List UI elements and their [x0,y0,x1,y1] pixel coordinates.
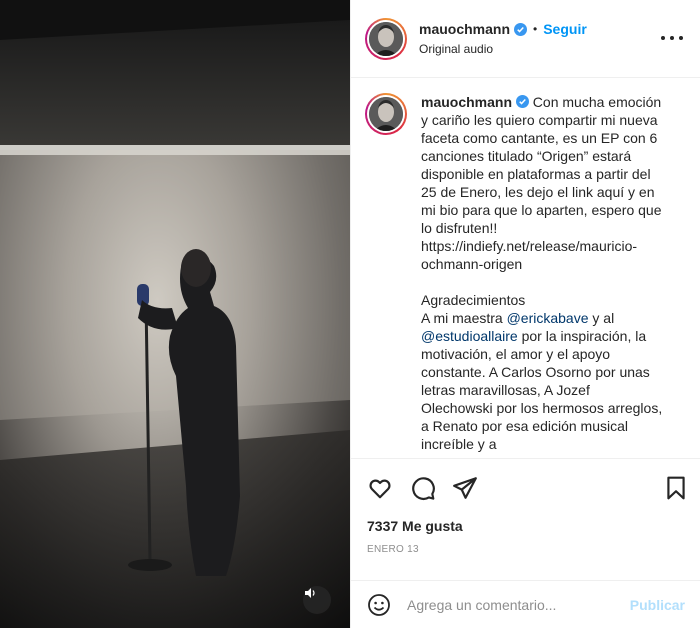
comment-input[interactable] [407,596,617,613]
action-bar [351,458,700,518]
smiley-icon[interactable] [367,593,391,617]
post-video[interactable] [0,0,350,628]
audio-label[interactable]: Original audio [419,42,587,56]
paper-plane-icon[interactable] [452,475,478,501]
separator-dot: • [533,22,538,37]
avatar-photo [369,21,403,56]
comment-bar: Publicar [351,580,700,628]
post-header: mauochmann • Seguir Original audio [351,0,700,78]
publish-button[interactable]: Publicar [630,597,685,613]
verified-badge-icon [514,22,528,36]
caption-body: por la inspiración, la motivación, el am… [421,328,667,452]
more-dots-icon [661,36,665,40]
speaker-icon [305,588,315,598]
caption-body: Con mucha emoción y cariño les quiero co… [421,94,662,326]
mention-link-erickabave[interactable]: @erickabave [507,310,589,326]
avatar[interactable] [365,17,407,60]
caption-username-link[interactable]: mauochmann [421,94,512,110]
post-date[interactable]: ENERO 13 [367,544,419,555]
caption-body: y al [588,310,619,326]
more-options-button[interactable] [661,28,683,48]
caption-text: mauochmann Con mucha emoción y cariño le… [421,93,665,457]
username-link[interactable]: mauochmann [419,21,510,38]
singer-photo [0,0,350,628]
verified-badge-icon [515,95,529,108]
bookmark-icon[interactable] [663,475,689,501]
mention-link-estudioallaire[interactable]: @estudioallaire [421,328,518,344]
heart-icon[interactable] [367,475,393,501]
caption-avatar[interactable] [365,93,407,135]
comment-icon[interactable] [410,475,436,501]
avatar-photo [369,97,403,131]
follow-button[interactable]: Seguir [543,21,587,38]
likes-count[interactable]: 7337 Me gusta [367,518,463,534]
mute-toggle-button[interactable] [303,586,331,614]
post-panel: mauochmann • Seguir Original audio mauoc… [350,0,700,628]
caption-section: mauochmann Con mucha emoción y cariño le… [351,79,700,457]
